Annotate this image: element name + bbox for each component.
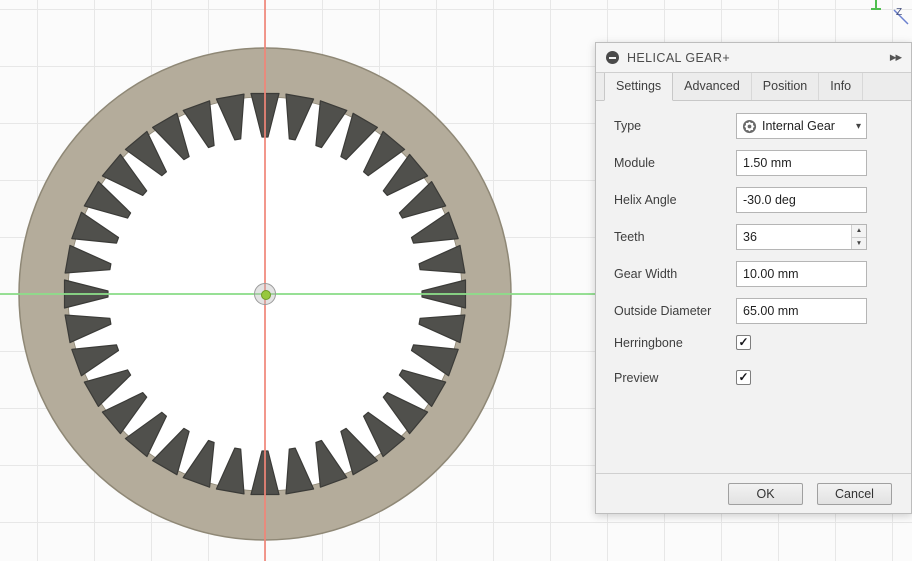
herringbone-checkbox[interactable]: ✓ <box>736 335 751 350</box>
dialog-title: HELICAL GEAR+ <box>627 51 730 65</box>
dialog-header[interactable]: HELICAL GEAR+ ▶▶ <box>596 43 911 73</box>
field-row-outside-diameter: Outside Diameter <box>614 298 893 324</box>
chevron-down-icon: ▾ <box>856 121 861 132</box>
spin-up-icon[interactable]: ▲ <box>852 225 866 237</box>
collapse-arrows-icon[interactable]: ▶▶ <box>890 52 901 63</box>
type-dropdown[interactable]: Internal Gear ▾ <box>736 113 867 139</box>
teeth-stepper: ▲ ▼ <box>736 224 867 250</box>
helix-angle-input[interactable] <box>736 187 867 213</box>
field-row-herringbone: Herringbone ✓ <box>614 335 893 350</box>
helical-gear-dialog: HELICAL GEAR+ ▶▶ Settings Advanced Posit… <box>595 42 912 514</box>
tab-bar: Settings Advanced Position Info <box>596 73 911 101</box>
helix-angle-label: Helix Angle <box>614 193 736 207</box>
herringbone-label: Herringbone <box>614 336 736 350</box>
cancel-button[interactable]: Cancel <box>817 483 892 505</box>
check-icon: ✓ <box>738 336 748 349</box>
tab-position[interactable]: Position <box>752 73 819 100</box>
preview-label: Preview <box>614 371 736 385</box>
field-row-gear-width: Gear Width <box>614 261 893 287</box>
command-icon <box>606 51 619 64</box>
y-axis-line <box>264 0 266 561</box>
dialog-footer: OK Cancel <box>596 473 911 513</box>
tab-settings[interactable]: Settings <box>604 73 673 101</box>
tab-advanced[interactable]: Advanced <box>673 73 752 100</box>
field-row-teeth: Teeth ▲ ▼ <box>614 224 893 250</box>
teeth-input[interactable] <box>737 225 851 249</box>
field-row-type: Type Internal Gear ▾ <box>614 113 893 139</box>
field-row-module: Module <box>614 150 893 176</box>
fusion-screen: Z HELICAL GEAR+ ▶▶ Settings Advanced Pos… <box>0 0 912 561</box>
teeth-spin-buttons: ▲ ▼ <box>851 225 866 249</box>
gear-width-input[interactable] <box>736 261 867 287</box>
internal-gear-icon <box>742 119 757 134</box>
field-row-preview: Preview ✓ <box>614 370 893 385</box>
type-label: Type <box>614 119 736 133</box>
axis-triad-indicator[interactable]: Z <box>860 0 912 26</box>
preview-checkbox[interactable]: ✓ <box>736 370 751 385</box>
outside-diameter-label: Outside Diameter <box>614 304 736 318</box>
outside-diameter-input[interactable] <box>736 298 867 324</box>
z-axis-label: Z <box>896 7 902 18</box>
teeth-label: Teeth <box>614 230 736 244</box>
settings-form: Type Internal Gear ▾ Module Helix <box>596 101 911 473</box>
ok-button[interactable]: OK <box>728 483 803 505</box>
type-selected-value: Internal Gear <box>762 119 835 133</box>
spin-down-icon[interactable]: ▼ <box>852 237 866 250</box>
tab-info[interactable]: Info <box>819 73 863 100</box>
field-row-helix-angle: Helix Angle <box>614 187 893 213</box>
module-label: Module <box>614 156 736 170</box>
module-input[interactable] <box>736 150 867 176</box>
origin-marker[interactable] <box>254 283 276 305</box>
gear-width-label: Gear Width <box>614 267 736 281</box>
check-icon: ✓ <box>738 371 748 384</box>
